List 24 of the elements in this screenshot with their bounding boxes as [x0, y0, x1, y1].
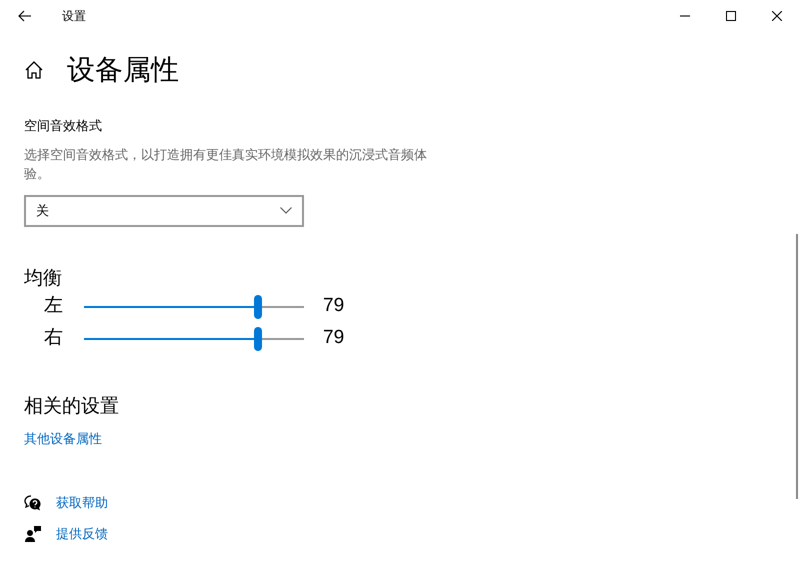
section-heading: 相关的设置: [24, 394, 120, 418]
settings-link[interactable]: 其他设备属性: [24, 428, 102, 448]
slider-value: 79: [323, 294, 344, 318]
setting-description: 选择空间音效格式，以打造拥有更佳真实环境模拟效果的沉浸式音频体验。: [24, 146, 428, 182]
chevron-down-icon: [280, 207, 292, 214]
balance-slider[interactable]: [84, 326, 304, 350]
person-feedback-icon: [24, 524, 42, 542]
scrollbar[interactable]: [796, 234, 798, 499]
help-chat-icon: [24, 494, 42, 510]
close-icon: [772, 11, 782, 21]
setting-label: 空间音效格式: [24, 117, 103, 135]
home-icon[interactable]: [24, 60, 44, 80]
maximize-icon: [726, 11, 736, 21]
channel-label: 右: [43, 326, 64, 350]
page-title: 设备属性: [67, 56, 179, 84]
balance-slider[interactable]: [84, 294, 304, 318]
channel-label: 左: [43, 294, 64, 318]
back-arrow-icon[interactable]: [18, 10, 32, 22]
section-heading: 均衡: [24, 266, 63, 290]
format-dropdown[interactable]: 关: [24, 194, 304, 226]
footer-link[interactable]: 获取帮助: [56, 492, 108, 512]
slider-value: 79: [323, 326, 344, 350]
footer-link[interactable]: 提供反馈: [56, 524, 108, 544]
window-title: 设置: [62, 8, 86, 25]
